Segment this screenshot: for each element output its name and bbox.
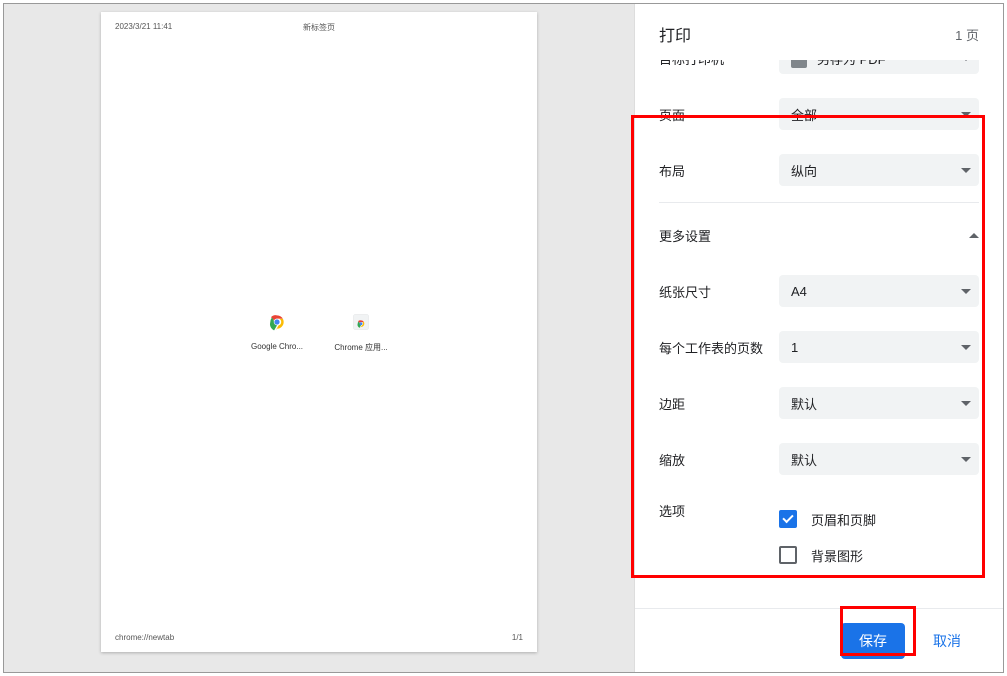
options-row: 选项 页眉和页脚 背景图形	[659, 487, 979, 581]
margins-value: 默认	[791, 394, 817, 413]
scale-row: 缩放 默认	[659, 431, 979, 487]
pages-per-sheet-value: 1	[791, 340, 798, 355]
scale-value: 默认	[791, 450, 817, 469]
pages-per-sheet-row: 每个工作表的页数 1	[659, 319, 979, 375]
paper-size-label: 纸张尺寸	[659, 282, 779, 301]
pages-label: 页面	[659, 105, 779, 124]
chevron-down-icon	[961, 60, 971, 61]
print-settings-panel: 打印 1 页 目标打印机 另存为 PDF 页面 全部	[634, 4, 1003, 672]
preview-header-title: 新标签页	[303, 22, 335, 33]
preview-content: Google Chro... Chrome 应用...	[101, 312, 537, 353]
preview-footer-url: chrome://newtab	[115, 633, 174, 642]
cancel-button[interactable]: 取消	[915, 623, 979, 659]
paper-size-value: A4	[791, 284, 807, 299]
layout-row: 布局 纵向	[659, 142, 979, 198]
print-dialog: 2023/3/21 11:41 新标签页 Google Chro...	[3, 3, 1004, 673]
chrome-icon	[267, 312, 287, 332]
chevron-down-icon	[961, 457, 971, 462]
save-button[interactable]: 保存	[841, 623, 905, 659]
chrome-apps-icon	[351, 312, 371, 332]
pages-row: 页面 全部	[659, 86, 979, 142]
destination-select[interactable]: 另存为 PDF	[779, 60, 979, 74]
layout-value: 纵向	[791, 161, 817, 180]
spacer	[659, 581, 979, 608]
chevron-down-icon	[961, 168, 971, 173]
layout-select[interactable]: 纵向	[779, 154, 979, 186]
sheet-count: 1 页	[955, 25, 979, 44]
more-settings-toggle[interactable]: 更多设置	[659, 207, 979, 263]
shortcut-item: Chrome 应用...	[331, 312, 391, 353]
pdf-file-icon	[791, 60, 807, 68]
chevron-down-icon	[961, 401, 971, 406]
options-label: 选项	[659, 501, 779, 520]
preview-page: 2023/3/21 11:41 新标签页 Google Chro...	[101, 12, 537, 652]
margins-label: 边距	[659, 394, 779, 413]
margins-row: 边距 默认	[659, 375, 979, 431]
dialog-title: 打印	[659, 22, 691, 46]
shortcut-item: Google Chro...	[247, 312, 307, 353]
pages-select[interactable]: 全部	[779, 98, 979, 130]
print-preview-pane: 2023/3/21 11:41 新标签页 Google Chro...	[4, 4, 634, 672]
shortcut-label: Chrome 应用...	[334, 342, 387, 353]
preview-header-date: 2023/3/21 11:41	[115, 22, 172, 31]
preview-footer-page: 1/1	[512, 633, 523, 642]
destination-row: 目标打印机 另存为 PDF	[659, 60, 979, 86]
shortcut-label: Google Chro...	[251, 342, 303, 351]
scale-select[interactable]: 默认	[779, 443, 979, 475]
destination-value: 另存为 PDF	[817, 60, 886, 68]
headers-footers-label: 页眉和页脚	[811, 510, 876, 529]
headers-footers-checkbox[interactable]	[779, 510, 797, 528]
dialog-footer: 保存 取消	[635, 608, 1003, 672]
pages-value: 全部	[791, 105, 817, 124]
paper-size-row: 纸张尺寸 A4	[659, 263, 979, 319]
scale-label: 缩放	[659, 450, 779, 469]
chevron-down-icon	[961, 345, 971, 350]
layout-label: 布局	[659, 161, 779, 180]
destination-label: 目标打印机	[659, 60, 779, 68]
more-settings-label: 更多设置	[659, 226, 711, 245]
background-graphics-option: 背景图形	[779, 537, 979, 573]
headers-footers-option: 页眉和页脚	[779, 501, 979, 537]
chevron-down-icon	[961, 112, 971, 117]
margins-select[interactable]: 默认	[779, 387, 979, 419]
chevron-up-icon	[969, 233, 979, 238]
pages-per-sheet-label: 每个工作表的页数	[659, 338, 779, 357]
background-graphics-checkbox[interactable]	[779, 546, 797, 564]
paper-size-select[interactable]: A4	[779, 275, 979, 307]
pages-per-sheet-select[interactable]: 1	[779, 331, 979, 363]
panel-header: 打印 1 页	[635, 4, 1003, 60]
divider	[659, 202, 979, 203]
background-graphics-label: 背景图形	[811, 546, 863, 565]
chevron-down-icon	[961, 289, 971, 294]
settings-scroll[interactable]: 目标打印机 另存为 PDF 页面 全部	[635, 60, 1003, 608]
